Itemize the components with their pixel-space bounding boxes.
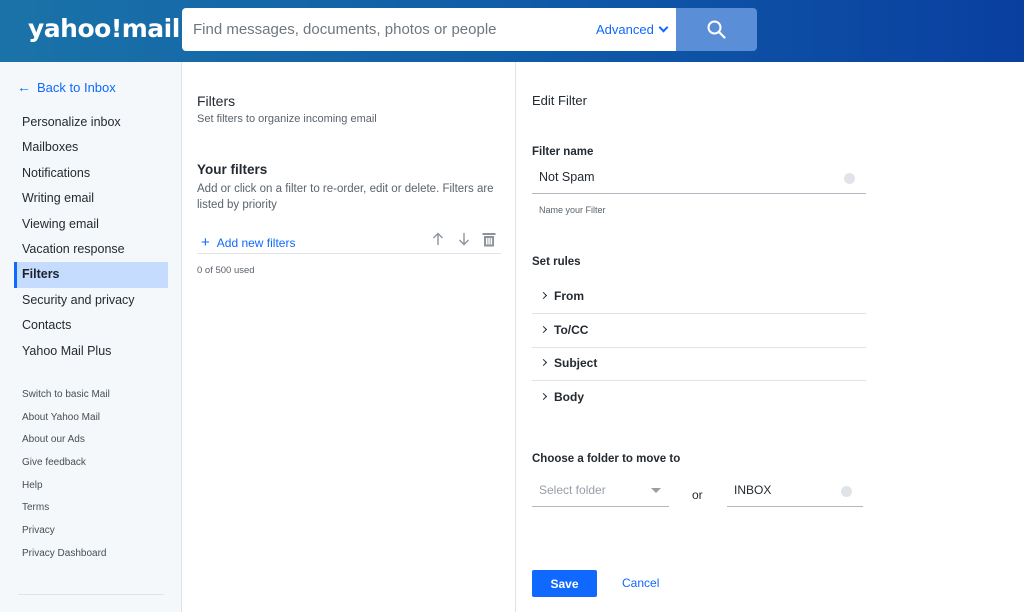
filter-name-hint: Name your Filter (539, 205, 606, 215)
your-filters-title: Your filters (197, 162, 268, 177)
link-privacy[interactable]: Privacy (22, 520, 110, 543)
trash-icon[interactable] (482, 232, 496, 247)
sidebar-item-yahoo-mail-plus[interactable]: Yahoo Mail Plus (14, 339, 168, 364)
app-header: yahoo!mail Advanced (0, 0, 1024, 62)
link-privacy-dashboard[interactable]: Privacy Dashboard (22, 543, 110, 566)
your-filters-description: Add or click on a filter to re-order, ed… (197, 183, 494, 211)
settings-nav: Personalize inbox Mailboxes Notification… (14, 110, 168, 364)
search-bar: Advanced (182, 8, 676, 51)
add-new-filters-button[interactable]: + Add new filters (201, 234, 295, 251)
filters-divider (197, 253, 501, 254)
edit-filter-panel: Edit Filter Filter name Name your Filter… (517, 62, 1024, 612)
link-about-yahoo-mail[interactable]: About Yahoo Mail (22, 407, 110, 430)
sidebar-item-filters[interactable]: Filters (14, 262, 168, 288)
caret-down-icon (651, 488, 661, 493)
footer-links: Switch to basic Mail About Yahoo Mail Ab… (22, 384, 110, 566)
select-folder-dropdown[interactable]: Select folder (532, 476, 669, 507)
arrow-left-icon: ← (17, 79, 31, 95)
rule-label: From (554, 289, 584, 303)
save-button[interactable]: Save (532, 570, 597, 597)
rule-from[interactable]: From (532, 280, 866, 314)
link-terms[interactable]: Terms (22, 497, 110, 520)
sidebar-item-vacation-response[interactable]: Vacation response (14, 237, 168, 262)
back-to-inbox-link[interactable]: ← Back to Inbox (17, 79, 116, 95)
chevron-right-icon (539, 392, 548, 401)
arrow-down-icon[interactable] (458, 232, 470, 246)
filters-subtitle: Set filters to organize incoming email (197, 113, 377, 125)
rule-label: Subject (554, 356, 598, 370)
chevron-down-icon (658, 22, 669, 33)
sidebar-item-notifications[interactable]: Notifications (14, 161, 168, 186)
advanced-search-button[interactable]: Advanced (596, 22, 669, 37)
add-new-filters-label: Add new filters (216, 236, 296, 250)
filters-title: Filters (197, 93, 236, 109)
or-label: or (692, 488, 703, 502)
sidebar-item-writing-email[interactable]: Writing email (14, 186, 168, 211)
clear-icon[interactable] (844, 173, 855, 184)
folder-name-input[interactable] (734, 480, 834, 500)
advanced-label: Advanced (596, 22, 654, 37)
new-folder-field (727, 476, 863, 507)
back-label: Back to Inbox (37, 80, 116, 95)
filters-used-count: 0 of 500 used (197, 265, 255, 276)
rule-label: To/CC (554, 323, 589, 337)
sidebar-item-viewing-email[interactable]: Viewing email (14, 212, 168, 237)
arrow-up-icon[interactable] (432, 232, 444, 246)
chevron-right-icon (539, 358, 548, 367)
rule-body[interactable]: Body (532, 381, 866, 415)
chevron-right-icon (539, 325, 548, 334)
set-rules-label: Set rules (532, 256, 581, 268)
yahoo-mail-logo[interactable]: yahoo!mail (28, 14, 180, 43)
choose-folder-label: Choose a folder to move to (532, 453, 681, 465)
search-icon (707, 20, 726, 39)
filter-name-input[interactable] (539, 167, 829, 187)
filters-panel: Filters Set filters to organize incoming… (183, 62, 516, 612)
search-button[interactable] (676, 8, 757, 51)
sidebar-item-contacts[interactable]: Contacts (14, 313, 168, 338)
rule-to-cc[interactable]: To/CC (532, 314, 866, 348)
edit-filter-title: Edit Filter (532, 93, 587, 108)
link-about-our-ads[interactable]: About our Ads (22, 429, 110, 452)
link-switch-to-basic-mail[interactable]: Switch to basic Mail (22, 384, 110, 407)
cancel-button[interactable]: Cancel (622, 576, 659, 590)
rule-label: Body (554, 390, 584, 404)
sidebar-divider (18, 594, 164, 595)
search-input[interactable] (193, 8, 583, 51)
plus-icon: + (201, 234, 210, 251)
chevron-right-icon (539, 291, 548, 300)
filter-name-label: Filter name (532, 146, 594, 158)
link-help[interactable]: Help (22, 475, 110, 498)
link-give-feedback[interactable]: Give feedback (22, 452, 110, 475)
filter-name-field (532, 163, 866, 194)
select-folder-placeholder: Select folder (539, 483, 606, 497)
sidebar-item-security-and-privacy[interactable]: Security and privacy (14, 288, 168, 313)
rule-subject[interactable]: Subject (532, 347, 866, 381)
clear-icon[interactable] (841, 486, 852, 497)
settings-sidebar: ← Back to Inbox Personalize inbox Mailbox… (0, 62, 182, 612)
sidebar-item-mailboxes[interactable]: Mailboxes (14, 135, 168, 160)
sidebar-item-personalize-inbox[interactable]: Personalize inbox (14, 110, 168, 135)
